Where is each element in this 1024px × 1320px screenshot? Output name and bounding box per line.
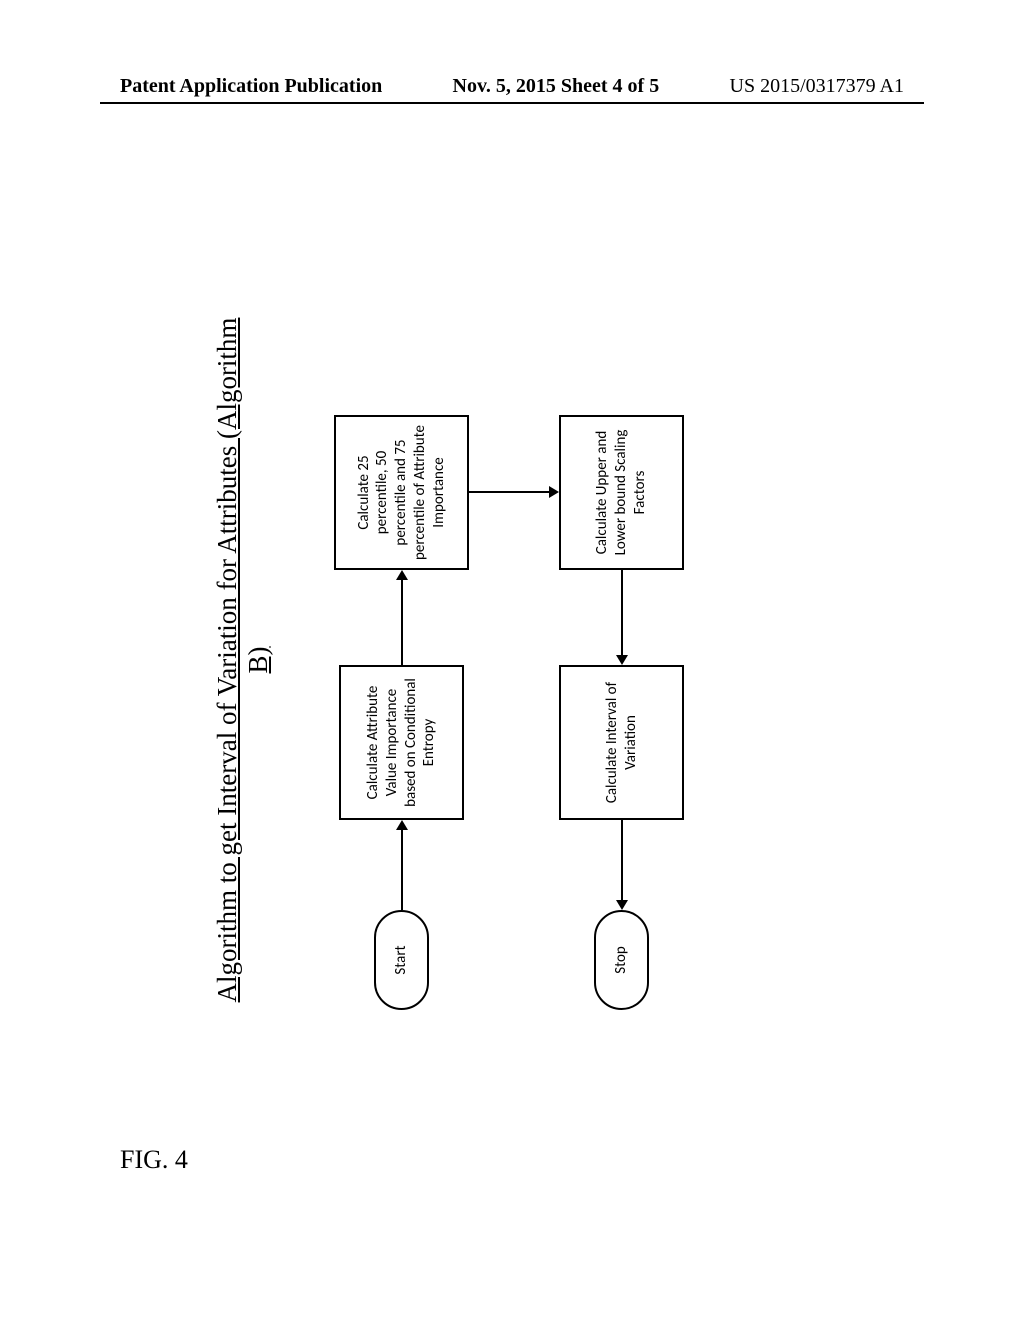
start-label: Start — [392, 945, 411, 974]
diagram-title: Algorithm to get Interval of Variation f… — [212, 310, 274, 1010]
arrow-2-head — [396, 570, 408, 580]
flowchart-diagram: Algorithm to get Interval of Variation f… — [212, 310, 812, 1010]
calc-attribute-label: Calculate Attribute Value Importance bas… — [364, 673, 439, 812]
arrow-5-head — [616, 900, 628, 910]
arrow-4 — [621, 570, 623, 655]
arrow-3-head — [549, 486, 559, 498]
header-left: Patent Application Publication — [120, 75, 382, 98]
arrow-1 — [401, 830, 403, 910]
calc-interval-label: Calculate Interval of Variation — [603, 673, 641, 812]
calc-interval-node: Calculate Interval of Variation — [559, 665, 684, 820]
start-node: Start — [374, 910, 429, 1010]
arrow-5 — [621, 820, 623, 900]
figure-label: FIG. 4 — [120, 1145, 188, 1175]
stop-node: Stop — [594, 910, 649, 1010]
header-divider — [100, 102, 924, 104]
stop-label: Stop — [612, 946, 631, 974]
calc-attribute-node: Calculate Attribute Value Importance bas… — [339, 665, 464, 820]
calc-bounds-node: Calculate Upper and Lower bound Scaling … — [559, 415, 684, 570]
page-header: Patent Application Publication Nov. 5, 2… — [0, 75, 1024, 98]
calc-bounds-label: Calculate Upper and Lower bound Scaling … — [593, 423, 649, 562]
flowchart: Start Calculate Attribute Value Importan… — [314, 310, 714, 1010]
calc-percentile-node: Calculate 25 percentile, 50 percentile a… — [334, 415, 469, 570]
arrow-2 — [401, 580, 403, 665]
calc-percentile-label: Calculate 25 percentile, 50 percentile a… — [355, 423, 449, 562]
arrow-1-head — [396, 820, 408, 830]
header-right: US 2015/0317379 A1 — [730, 75, 904, 98]
arrow-3 — [469, 491, 549, 493]
arrow-4-head — [616, 655, 628, 665]
header-center: Nov. 5, 2015 Sheet 4 of 5 — [453, 75, 660, 98]
